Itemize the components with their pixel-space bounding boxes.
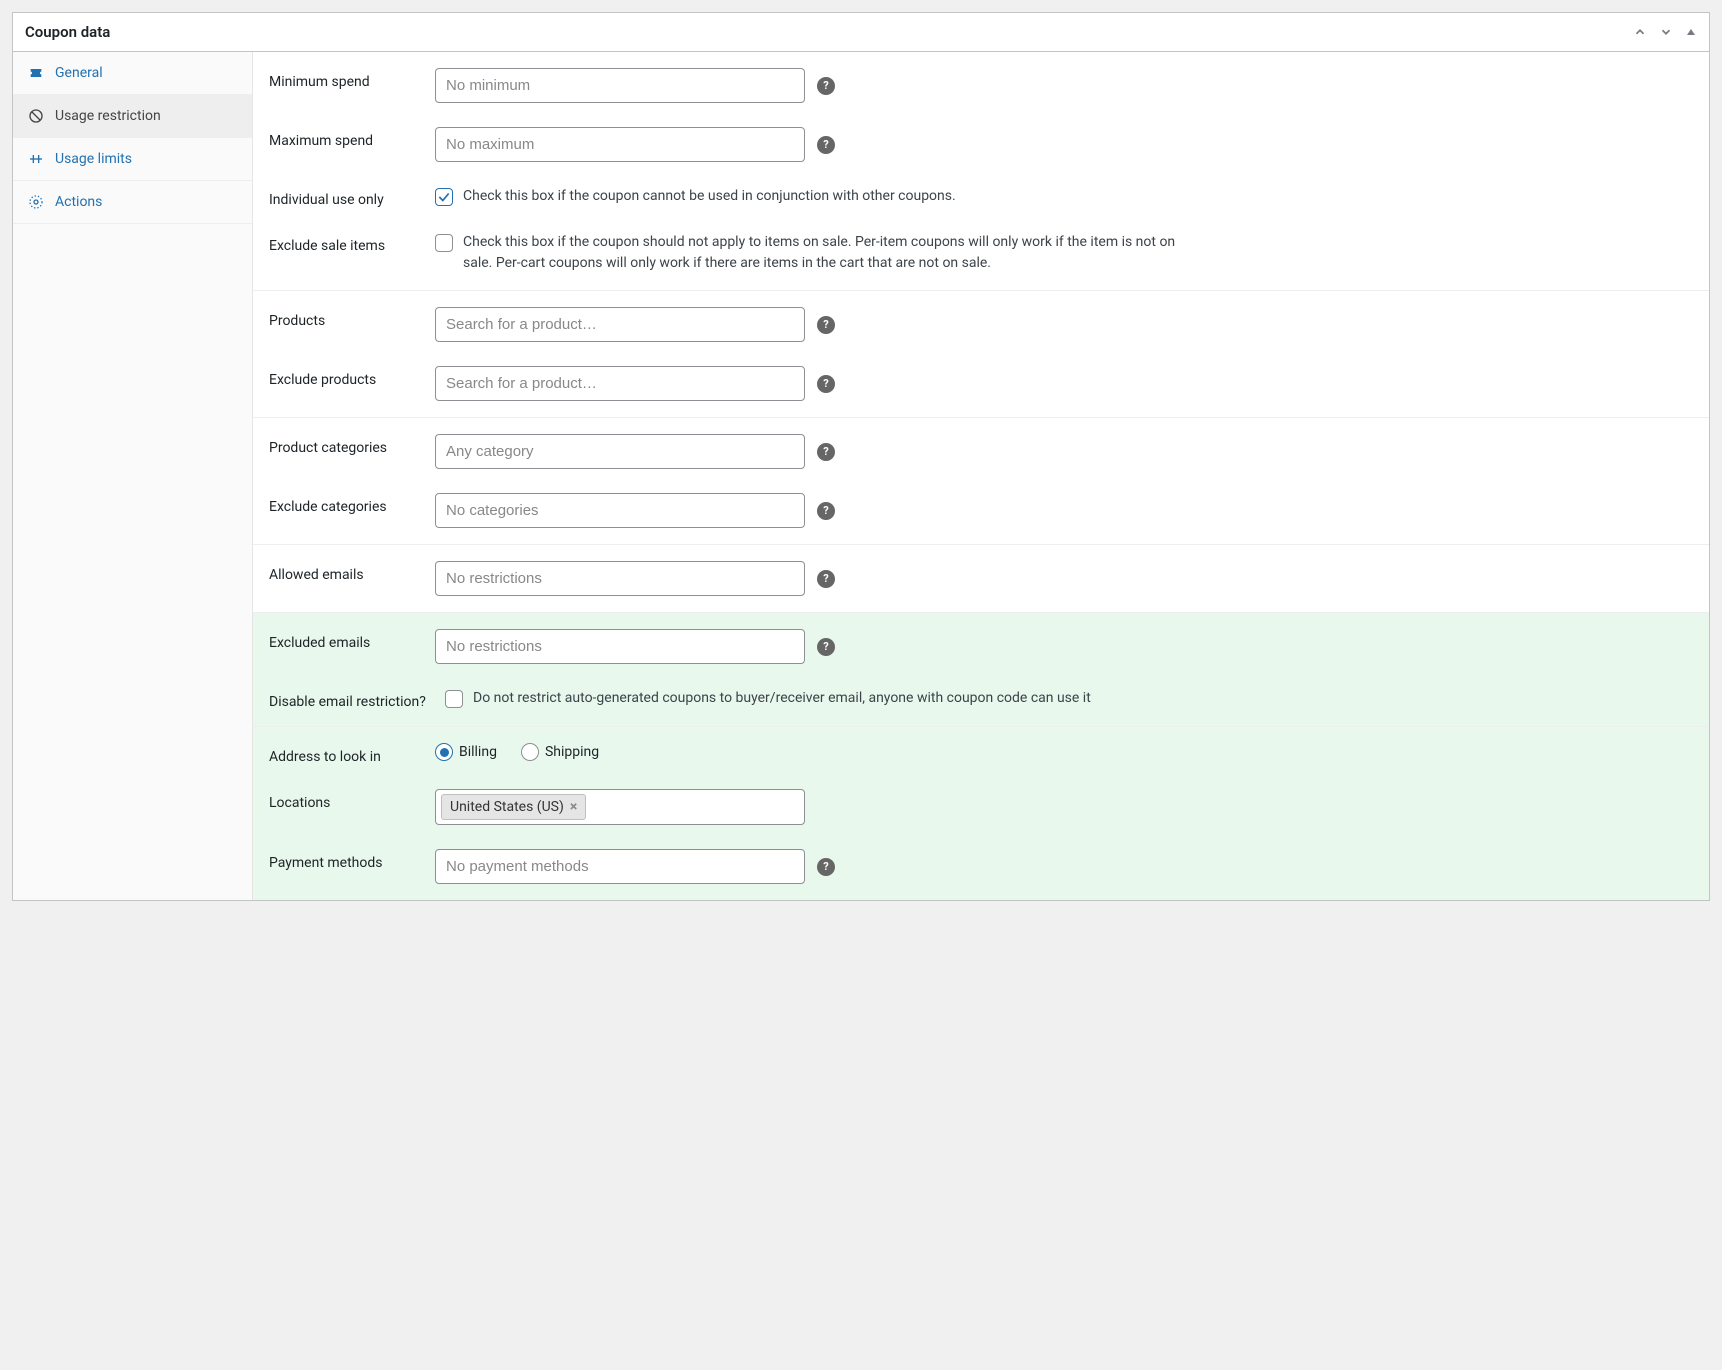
help-icon[interactable]: ? xyxy=(817,443,835,461)
coupon-data-panel: Coupon data General xyxy=(12,12,1710,901)
locations-input[interactable]: United States (US) × xyxy=(435,789,805,825)
sliders-icon xyxy=(27,150,45,168)
disable-email-text: Do not restrict auto-generated coupons t… xyxy=(473,688,1091,709)
section-categories: Product categories ? Exclude categories … xyxy=(253,418,1709,545)
close-icon[interactable]: × xyxy=(570,799,577,815)
radio-label: Shipping xyxy=(545,744,599,760)
section-excluded-emails: Excluded emails ? Disable email restrict… xyxy=(253,613,1709,727)
disable-email-checkbox[interactable] xyxy=(445,690,463,708)
address-label: Address to look in xyxy=(269,743,425,765)
individual-use-checkbox[interactable] xyxy=(435,188,453,206)
products-input[interactable] xyxy=(435,307,805,342)
panel-header: Coupon data xyxy=(13,13,1709,52)
section-spend: Minimum spend ? Maximum spend ? Individu… xyxy=(253,52,1709,291)
minimum-spend-input[interactable] xyxy=(435,68,805,103)
gear-icon xyxy=(27,193,45,211)
ban-icon xyxy=(27,107,45,125)
exclude-sale-checkbox[interactable] xyxy=(435,234,453,252)
excluded-emails-input[interactable] xyxy=(435,629,805,664)
radio-label: Billing xyxy=(459,744,497,760)
exclude-categories-label: Exclude categories xyxy=(269,493,425,515)
help-icon[interactable]: ? xyxy=(817,77,835,95)
disable-email-label: Disable email restriction? xyxy=(269,688,435,710)
ticket-icon xyxy=(27,64,45,82)
payment-methods-input[interactable] xyxy=(435,849,805,884)
tab-label: General xyxy=(55,65,103,81)
tab-usage-limits[interactable]: Usage limits xyxy=(13,138,252,181)
tabs-list: General Usage restriction Usage limits A… xyxy=(13,52,253,900)
triangle-up-icon[interactable] xyxy=(1685,26,1697,38)
radio-shipping[interactable]: Shipping xyxy=(521,743,599,761)
maximum-spend-input[interactable] xyxy=(435,127,805,162)
individual-use-text: Check this box if the coupon cannot be u… xyxy=(463,186,956,207)
exclude-categories-input[interactable] xyxy=(435,493,805,528)
individual-use-label: Individual use only xyxy=(269,186,425,208)
exclude-sale-text: Check this box if the coupon should not … xyxy=(463,232,1183,274)
chevron-up-icon[interactable] xyxy=(1633,25,1647,39)
payment-methods-label: Payment methods xyxy=(269,849,425,871)
tab-label: Usage limits xyxy=(55,151,132,167)
exclude-products-label: Exclude products xyxy=(269,366,425,388)
chevron-down-icon[interactable] xyxy=(1659,25,1673,39)
products-label: Products xyxy=(269,307,425,329)
help-icon[interactable]: ? xyxy=(817,502,835,520)
allowed-emails-input[interactable] xyxy=(435,561,805,596)
help-icon[interactable]: ? xyxy=(817,858,835,876)
tab-actions[interactable]: Actions xyxy=(13,181,252,224)
section-products: Products ? Exclude products ? xyxy=(253,291,1709,418)
exclude-sale-label: Exclude sale items xyxy=(269,232,425,254)
panel-controls xyxy=(1633,25,1697,39)
excluded-emails-label: Excluded emails xyxy=(269,629,425,651)
tag-label: United States (US) xyxy=(450,799,564,815)
tab-label: Usage restriction xyxy=(55,108,161,124)
tab-usage-restriction[interactable]: Usage restriction xyxy=(13,95,252,138)
tab-general[interactable]: General xyxy=(13,52,252,95)
help-icon[interactable]: ? xyxy=(817,316,835,334)
tab-content: Minimum spend ? Maximum spend ? Individu… xyxy=(253,52,1709,900)
help-icon[interactable]: ? xyxy=(817,570,835,588)
location-tag: United States (US) × xyxy=(441,794,586,820)
radio-billing[interactable]: Billing xyxy=(435,743,497,761)
tab-label: Actions xyxy=(55,194,102,210)
product-categories-label: Product categories xyxy=(269,434,425,456)
section-address-location: Address to look in Billing Shipping xyxy=(253,727,1709,900)
section-allowed-emails: Allowed emails ? xyxy=(253,545,1709,613)
panel-body: General Usage restriction Usage limits A… xyxy=(13,52,1709,900)
panel-title: Coupon data xyxy=(25,23,110,41)
maximum-spend-label: Maximum spend xyxy=(269,127,425,149)
exclude-products-input[interactable] xyxy=(435,366,805,401)
help-icon[interactable]: ? xyxy=(817,375,835,393)
product-categories-input[interactable] xyxy=(435,434,805,469)
help-icon[interactable]: ? xyxy=(817,638,835,656)
allowed-emails-label: Allowed emails xyxy=(269,561,425,583)
help-icon[interactable]: ? xyxy=(817,136,835,154)
minimum-spend-label: Minimum spend xyxy=(269,68,425,90)
locations-label: Locations xyxy=(269,789,425,811)
